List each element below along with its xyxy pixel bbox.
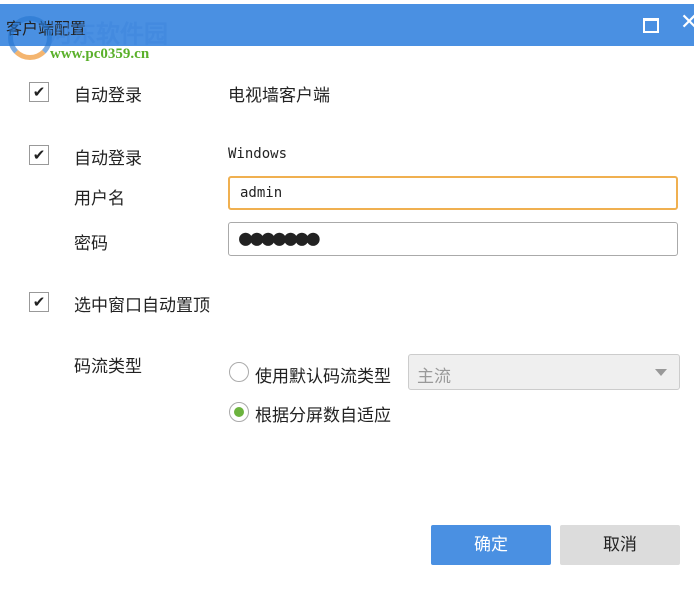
title-bar: 客户端配置 ✕ [0,4,694,46]
watermark-url: www.pc0359.cn [50,46,150,62]
tv-wall-client-label: 电视墙客户端 [228,86,330,106]
windows-autologin-checkbox[interactable]: ✔ [29,145,49,165]
windows-label: Windows [228,146,288,162]
ok-button[interactable]: 确定 [431,525,551,565]
default-stream-label: 使用默认码流类型 [255,367,391,387]
stream-type-select[interactable]: 主流 [408,354,680,390]
adaptive-stream-label: 根据分屏数自适应 [255,406,391,426]
tv-wall-autologin-checkbox[interactable]: ✔ [29,82,49,102]
adaptive-stream-radio[interactable] [229,402,249,422]
topmost-checkbox[interactable]: ✔ [29,292,49,312]
radio-selected-dot [234,407,244,417]
tv-wall-autologin-label: 自动登录 [74,86,142,106]
chevron-down-icon [655,369,667,376]
cancel-button[interactable]: 取消 [560,525,680,565]
username-input[interactable]: admin [228,176,678,210]
password-input[interactable]: ●●●●●●● [228,222,678,256]
close-icon[interactable]: ✕ [680,10,694,36]
topmost-label: 选中窗口自动置顶 [74,296,210,316]
windows-autologin-label: 自动登录 [74,149,142,169]
maximize-icon[interactable] [643,18,659,33]
default-stream-radio[interactable] [229,362,249,382]
username-label: 用户名 [74,189,125,209]
stream-type-label: 码流类型 [74,357,142,377]
stream-type-value: 主流 [417,367,451,387]
password-label: 密码 [74,234,108,254]
window-title: 客户端配置 [6,19,87,38]
